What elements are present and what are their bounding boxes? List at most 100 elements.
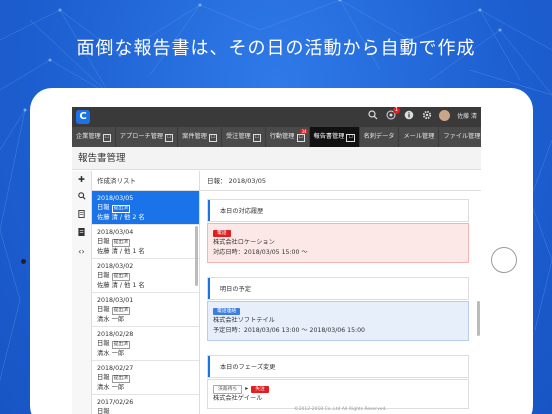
plan-entry[interactable]: 電話連絡 株式会社ソフトテイル 予定日時：2018/03/06 13:00 ～ … bbox=[207, 301, 469, 341]
item-date: 2018/03/04 bbox=[97, 229, 134, 236]
card-title: 本日の対応履歴 bbox=[208, 200, 468, 221]
nav-item-reports[interactable]: 報告書管理 ☐ bbox=[309, 127, 360, 147]
nav-item-orders[interactable]: 受注管理 ☐ bbox=[222, 127, 266, 147]
list-item[interactable]: 2017/02/26 日報 bbox=[92, 395, 199, 414]
copyright: ©2012-2018 Co.,Ltd All Rights Reserved. bbox=[294, 407, 387, 412]
company-name: 株式会社ロケーション bbox=[213, 239, 275, 246]
main-nav: 企業管理 ☐ アプローチ管理 ☐ 案件管理 ☐ 受注管理 ☐ 行動管理 ☐ 34 報告書管理… bbox=[72, 127, 481, 147]
home-button bbox=[491, 247, 517, 273]
camera-dot bbox=[21, 259, 26, 264]
list-item[interactable]: 2018/03/05 日報 提出済 佐藤 清 / 他 2 名 bbox=[92, 191, 199, 225]
notification-icon[interactable]: 1 bbox=[385, 107, 401, 121]
item-author: 清水 一郎 bbox=[97, 384, 125, 391]
detail-scrollbar[interactable] bbox=[477, 301, 480, 336]
item-status: 提出済 bbox=[111, 375, 130, 383]
item-type: 日報 bbox=[97, 306, 110, 313]
company-name: 株式会社ゲイール bbox=[213, 395, 263, 402]
nav-label: メール管理 bbox=[403, 133, 435, 140]
user-name[interactable]: 佐藤 清 bbox=[457, 111, 477, 120]
item-date: 2018/03/02 bbox=[97, 263, 134, 270]
nav-item-files[interactable]: ファイル管理 bbox=[439, 127, 481, 147]
nav-item-approach[interactable]: アプローチ管理 ☐ bbox=[116, 127, 179, 147]
list-item[interactable]: 2018/02/28 日報 提出済 清水 一郎 bbox=[92, 327, 199, 361]
nav-label: 行動管理 bbox=[269, 133, 295, 140]
nav-item-mail[interactable]: メール管理 bbox=[399, 127, 440, 147]
type-tag: 電話 bbox=[213, 230, 231, 237]
phase-from: 決裁待ち bbox=[213, 385, 243, 394]
nav-item-cards[interactable]: 名刺データ bbox=[360, 127, 400, 147]
phase-box: 決裁待ち ▸ 失注 株式会社ゲイール bbox=[207, 379, 469, 409]
page-title: 報告書管理 bbox=[72, 147, 481, 170]
headline: 面倒な報告書は、その日の活動から自動で作成 bbox=[76, 38, 476, 59]
card-title: 明日の予定 bbox=[208, 278, 468, 299]
info-icon[interactable] bbox=[403, 110, 414, 121]
document-icon[interactable] bbox=[72, 207, 91, 225]
nav-item-actions[interactable]: 行動管理 ☐ 34 bbox=[266, 127, 310, 147]
list-item[interactable]: 2018/03/02 日報 提出済 佐藤 清 / 他 1 名 bbox=[92, 259, 199, 293]
item-type: 日報 bbox=[97, 272, 110, 279]
list-item[interactable]: 2018/03/04 日報 提出済 佐藤 清 / 他 1 名 bbox=[92, 225, 199, 259]
nav-label: ファイル管理 bbox=[443, 133, 481, 140]
item-author: 佐藤 清 / 他 1 名 bbox=[97, 248, 145, 255]
nav-label: 名刺データ bbox=[363, 133, 395, 140]
item-type: 日報 bbox=[97, 340, 110, 347]
top-bar: C 1 佐藤 清 bbox=[72, 107, 481, 127]
item-status: 提出済 bbox=[111, 239, 130, 247]
app-logo[interactable]: C bbox=[76, 110, 90, 124]
item-author: 清水 一郎 bbox=[97, 316, 125, 323]
type-tag: 電話連絡 bbox=[213, 308, 241, 315]
list-scrollbar[interactable] bbox=[195, 226, 198, 286]
nav-item-deals[interactable]: 案件管理 ☐ bbox=[178, 127, 222, 147]
nav-tag: ☐ bbox=[296, 134, 305, 142]
item-author: 佐藤 清 / 他 1 名 bbox=[97, 282, 145, 289]
history-entry[interactable]: 電話 株式会社ロケーション 対応日時：2018/03/05 15:00 ～ bbox=[207, 223, 469, 263]
app-screen: C 1 佐藤 清 企業管理 ☐ アプローチ管理 ☐ 案件管理 ☐ 受注管理 ☐ 行動管理… bbox=[72, 107, 481, 414]
card-title: 本日のフェーズ変更 bbox=[208, 356, 468, 377]
item-type: 日報 bbox=[97, 204, 110, 211]
history-datetime: 対応日時：2018/03/05 15:00 ～ bbox=[213, 249, 308, 256]
nav-badge: 34 bbox=[300, 129, 308, 134]
nav-label: アプローチ管理 bbox=[119, 133, 164, 140]
nav-tag: ☐ bbox=[346, 134, 355, 142]
search-icon[interactable] bbox=[72, 189, 91, 207]
list-header: 作成済リスト bbox=[92, 171, 199, 191]
item-type: 日報 bbox=[97, 374, 110, 381]
item-date: 2018/03/01 bbox=[97, 297, 134, 304]
nav-label: 案件管理 bbox=[182, 133, 207, 140]
arrow-right-icon: ▸ bbox=[245, 385, 249, 392]
list-item[interactable]: 2018/02/27 日報 提出済 清水 一郎 bbox=[92, 361, 199, 395]
report-detail: 日報： 2018/03/05 本日の対応履歴 電話 株式会社ロケーション 対応日… bbox=[200, 171, 481, 414]
plan-datetime: 予定日時：2018/03/06 13:00 ～ 2018/03/06 15:00 bbox=[213, 327, 365, 334]
nav-label: 企業管理 bbox=[76, 133, 101, 140]
gear-icon[interactable] bbox=[421, 110, 432, 121]
history-card: 本日の対応履歴 bbox=[207, 199, 469, 222]
avatar[interactable] bbox=[439, 110, 451, 121]
item-type: 日報 bbox=[97, 238, 110, 245]
phase-card: 本日のフェーズ変更 bbox=[207, 355, 469, 378]
file-icon[interactable] bbox=[72, 225, 91, 243]
nav-tag: ☐ bbox=[252, 134, 261, 142]
nav-tag: ☐ bbox=[165, 134, 174, 142]
plan-box: 電話連絡 株式会社ソフトテイル 予定日時：2018/03/06 13:00 ～ … bbox=[207, 301, 469, 341]
nav-label: 報告書管理 bbox=[313, 133, 345, 140]
nav-tag: ☐ bbox=[208, 134, 217, 142]
search-icon[interactable] bbox=[367, 110, 378, 121]
nav-item-company[interactable]: 企業管理 ☐ bbox=[72, 127, 116, 147]
top-icons: 1 佐藤 清 bbox=[367, 107, 477, 121]
item-status: 提出済 bbox=[111, 205, 130, 213]
company-name: 株式会社ソフトテイル bbox=[213, 317, 275, 324]
item-status: 提出済 bbox=[111, 341, 130, 349]
content-area: ✚ ‹› 作成済リスト 2018/03/05 日報 提出済 佐藤 清 / 他 2 … bbox=[72, 171, 481, 414]
item-status: 提出済 bbox=[111, 307, 130, 315]
list-item[interactable]: 2018/03/01 日報 提出済 清水 一郎 bbox=[92, 293, 199, 327]
code-icon[interactable]: ‹› bbox=[72, 243, 91, 261]
nav-label: 受注管理 bbox=[225, 133, 251, 140]
item-date: 2018/02/28 bbox=[97, 331, 134, 338]
notification-badge: 1 bbox=[392, 107, 401, 114]
phase-entry[interactable]: 決裁待ち ▸ 失注 株式会社ゲイール bbox=[207, 379, 469, 409]
item-date: 2018/03/05 bbox=[97, 195, 134, 202]
tool-column: ✚ ‹› bbox=[72, 171, 92, 414]
add-icon[interactable]: ✚ bbox=[72, 171, 91, 189]
phase-to: 失注 bbox=[251, 386, 269, 393]
detail-header: 日報： 2018/03/05 bbox=[200, 171, 481, 191]
